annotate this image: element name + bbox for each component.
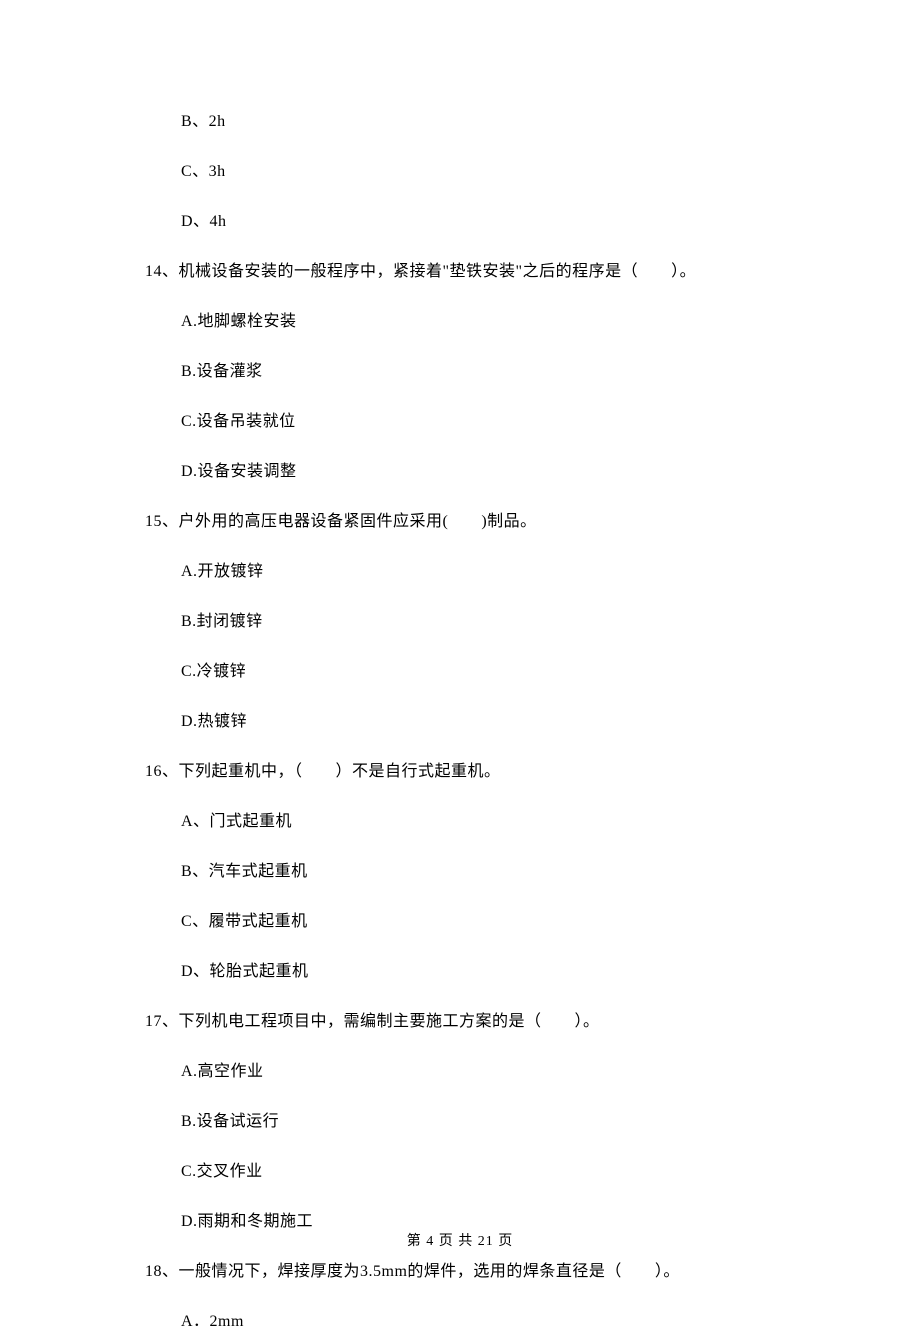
q18-option-a: A．2mm [181, 1310, 775, 1334]
page-footer: 第 4 页 共 21 页 [0, 1231, 920, 1252]
q17-option-c: C.交叉作业 [181, 1160, 775, 1184]
q17-option-b: B.设备试运行 [181, 1110, 775, 1134]
question-14-stem: 14、机械设备安装的一般程序中，紧接着"垫铁安装"之后的程序是（ ）。 [145, 260, 775, 284]
q14-option-d: D.设备安装调整 [181, 460, 775, 484]
q14-option-a: A.地脚螺栓安装 [181, 310, 775, 334]
page-content: B、2h C、3h D、4h 14、机械设备安装的一般程序中，紧接着"垫铁安装"… [0, 0, 920, 1334]
option-b: B、2h [181, 110, 775, 134]
q15-option-c: C.冷镀锌 [181, 660, 775, 684]
question-17-stem: 17、下列机电工程项目中，需编制主要施工方案的是（ ）。 [145, 1010, 775, 1034]
q17-option-a: A.高空作业 [181, 1060, 775, 1084]
q14-option-c: C.设备吊装就位 [181, 410, 775, 434]
option-d: D、4h [181, 210, 775, 234]
question-16-stem: 16、下列起重机中，（ ）不是自行式起重机。 [145, 760, 775, 784]
q14-option-b: B.设备灌浆 [181, 360, 775, 384]
question-18-stem: 18、一般情况下，焊接厚度为3.5mm的焊件，选用的焊条直径是（ ）。 [145, 1260, 775, 1284]
question-15-stem: 15、户外用的高压电器设备紧固件应采用( )制品。 [145, 510, 775, 534]
option-c: C、3h [181, 160, 775, 184]
q15-option-b: B.封闭镀锌 [181, 610, 775, 634]
q16-option-c: C、履带式起重机 [181, 910, 775, 934]
q16-option-a: A、门式起重机 [181, 810, 775, 834]
q15-option-a: A.开放镀锌 [181, 560, 775, 584]
q16-option-d: D、轮胎式起重机 [181, 960, 775, 984]
q15-option-d: D.热镀锌 [181, 710, 775, 734]
q16-option-b: B、汽车式起重机 [181, 860, 775, 884]
